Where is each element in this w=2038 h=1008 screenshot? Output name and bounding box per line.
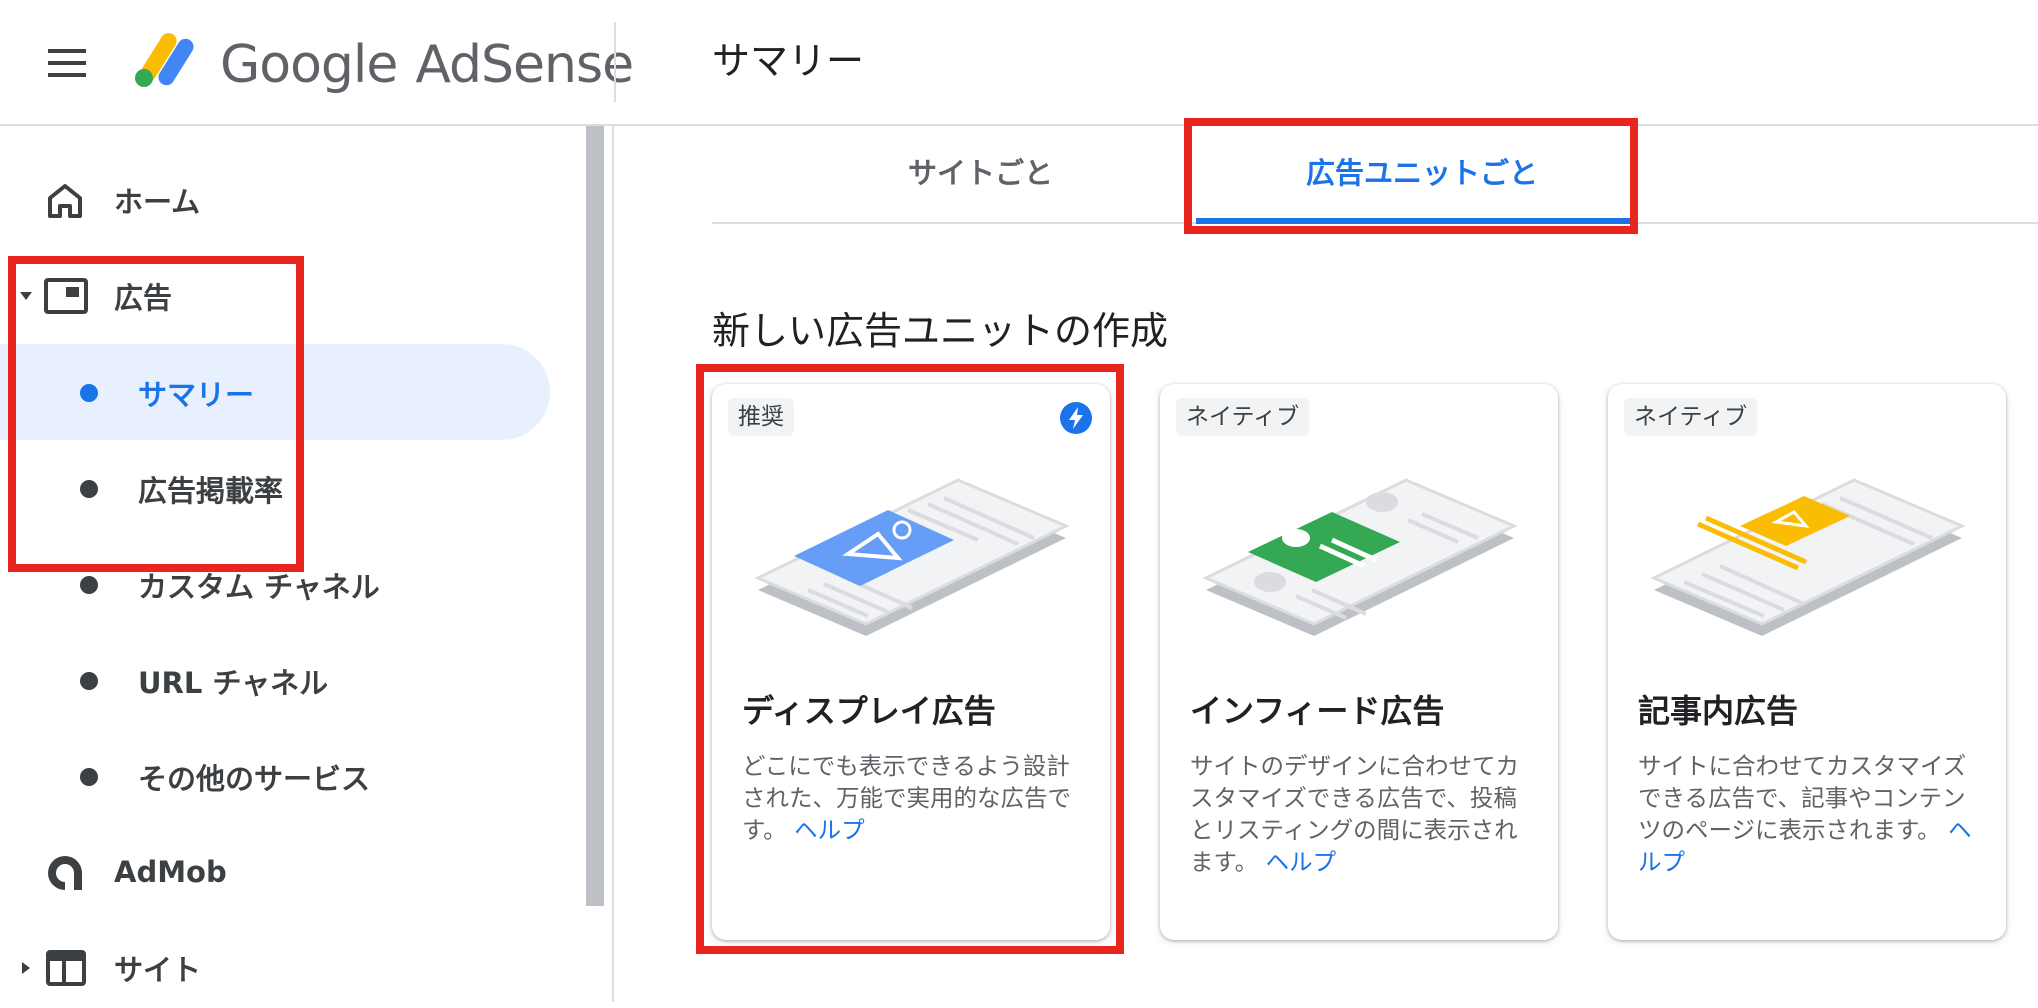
native-badge: ネイティブ	[1176, 398, 1310, 436]
card-description-text: サイトに合わせてカスタマイズできる広告で、記事やコンテンツのページに表示されます…	[1638, 752, 1967, 844]
bullet-icon	[80, 576, 98, 594]
brand-name[interactable]: Google AdSense	[220, 30, 634, 100]
sidebar-item-home[interactable]: ホーム	[0, 160, 560, 240]
card-title: インフィード広告	[1190, 692, 1445, 730]
home-icon	[48, 184, 82, 218]
brand-google: Google	[220, 35, 398, 95]
sidebar: ホーム 広告 サマリー 広告掲載率 カスタム チャネル URL チャネル その他…	[0, 126, 614, 1002]
section-title: 新しい広告ユニットの作成	[712, 309, 1169, 353]
highlight-annotation-tab	[1184, 118, 1638, 234]
sidebar-item-label: その他のサービス	[138, 762, 371, 796]
native-badge: ネイティブ	[1624, 398, 1758, 436]
highlight-annotation-display-card	[696, 364, 1124, 954]
in-feed-ad-card[interactable]: ネイティブ インフィード広告 サイトのデザインに合わせてカスタマイズできる広告で…	[1160, 384, 1558, 940]
admob-icon	[48, 856, 82, 890]
sidebar-item-other-services[interactable]: その他のサービス	[0, 728, 560, 824]
caret-right-icon	[22, 962, 30, 974]
card-title: 記事内広告	[1638, 692, 1799, 730]
highlight-annotation-ads	[8, 256, 304, 572]
sidebar-item-label: サイト	[114, 953, 202, 987]
card-description: サイトのデザインに合わせてカスタマイズできる広告で、投稿とリスティングの間に表示…	[1190, 750, 1530, 878]
sidebar-item-label: ホーム	[114, 185, 201, 219]
card-description-text: サイトのデザインに合わせてカスタマイズできる広告で、投稿とリスティングの間に表示…	[1190, 752, 1519, 876]
tab-by-site[interactable]: サイトごと	[908, 150, 1053, 192]
top-app-bar: Google AdSense サマリー	[0, 0, 2038, 126]
bullet-icon	[80, 672, 98, 690]
brand-product: AdSense	[415, 35, 634, 95]
sidebar-item-sites[interactable]: サイト	[0, 928, 560, 1008]
menu-icon[interactable]	[46, 46, 90, 80]
bullet-icon	[80, 768, 98, 786]
page-title: サマリー	[712, 39, 865, 83]
sidebar-scrollbar[interactable]	[586, 126, 604, 906]
sites-icon	[46, 950, 86, 986]
header-divider	[614, 22, 616, 102]
in-feed-ad-illustration	[1202, 478, 1518, 636]
adsense-logo-icon[interactable]	[130, 28, 202, 90]
card-description: サイトに合わせてカスタマイズできる広告で、記事やコンテンツのページに表示されます…	[1638, 750, 1978, 878]
sidebar-item-url-channels[interactable]: URL チャネル	[0, 632, 560, 728]
sidebar-item-admob[interactable]: AdMob	[0, 832, 560, 912]
help-link[interactable]: ヘルプ	[1266, 848, 1337, 876]
in-article-ad-card[interactable]: ネイティブ 記事内広告 サイトに合わせてカスタマイズできる広告で、記事やコンテン…	[1608, 384, 2006, 940]
sidebar-item-label: AdMob	[114, 855, 227, 889]
in-article-ad-illustration	[1650, 478, 1966, 636]
sidebar-item-label: URL チャネル	[138, 666, 329, 700]
